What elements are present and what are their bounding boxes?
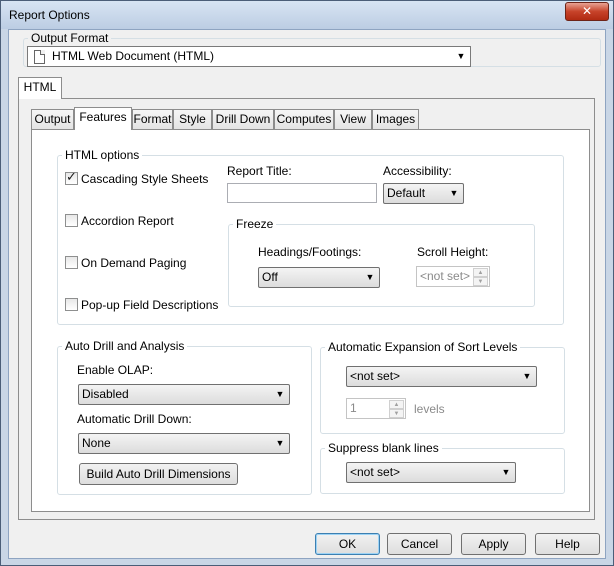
suppress-blank-select[interactable]: <not set> ▼ [346,462,516,483]
enable-olap-value: Disabled [82,387,129,401]
tab-output[interactable]: Output [31,109,74,130]
dialog-body: Output Format HTML Web Document (HTML) ▼… [8,29,606,559]
report-title-label: Report Title: [227,164,292,178]
spin-down-icon: ▼ [389,409,404,418]
tab-view-label: View [340,112,366,126]
popup-field-descriptions-checkbox[interactable] [65,298,78,311]
cascading-style-sheets-label: Cascading Style Sheets [81,172,209,186]
scroll-height-spinner[interactable]: <not set> ▲ ▼ [416,266,490,287]
levels-spinner[interactable]: 1 ▲ ▼ [346,398,406,419]
tab-html[interactable]: HTML [18,77,62,99]
chevron-down-icon: ▼ [522,371,532,381]
ok-label: OK [338,537,357,551]
apply-button[interactable]: Apply [461,533,526,555]
scroll-height-label: Scroll Height: [417,245,489,259]
tab-format[interactable]: Format [132,109,173,130]
document-icon [34,50,45,64]
suppress-blank-legend: Suppress blank lines [328,441,439,455]
sort-expansion-value: <not set> [350,369,401,383]
accessibility-value: Default [387,186,426,200]
headings-footings-value: Off [262,270,278,284]
chevron-down-icon: ▼ [365,272,375,282]
tab-format-label: Format [133,112,172,126]
chevron-down-icon: ▼ [275,389,285,399]
build-auto-drill-dimensions-label: Build Auto Drill Dimensions [86,467,231,481]
tab-output-label: Output [34,112,71,126]
tab-features[interactable]: Features [74,107,132,130]
auto-drill-down-value: None [82,436,111,450]
tab-drill-down-label: Drill Down [215,112,271,126]
chevron-down-icon: ▼ [275,438,285,448]
scroll-height-value: <not set> [420,269,471,283]
levels-value: 1 [350,401,357,415]
cascading-style-sheets-checkbox[interactable] [65,170,78,185]
levels-label: levels [414,402,445,416]
output-format-select[interactable]: HTML Web Document (HTML) ▼ [27,46,471,67]
tab-images[interactable]: Images [372,109,419,130]
output-format-label: Output Format [31,31,109,45]
cancel-label: Cancel [400,537,439,551]
help-label: Help [555,537,580,551]
enable-olap-select[interactable]: Disabled ▼ [78,384,290,405]
cancel-button[interactable]: Cancel [387,533,452,555]
sort-expansion-legend: Automatic Expansion of Sort Levels [328,340,518,354]
apply-label: Apply [478,537,509,551]
close-icon: ✕ [581,4,593,18]
close-button[interactable]: ✕ [565,2,609,21]
output-format-value: HTML Web Document (HTML) [52,49,215,63]
spin-up-icon: ▲ [389,400,404,409]
enable-olap-label: Enable OLAP: [77,363,154,377]
tab-html-label: HTML [23,80,57,94]
chevron-down-icon: ▼ [456,51,466,61]
accessibility-label: Accessibility: [383,164,452,178]
freeze-legend: Freeze [236,217,274,231]
spin-down-icon: ▼ [473,277,488,286]
tab-features-label: Features [79,110,127,124]
report-options-window: Report Options ✕ Output Format HTML Web … [0,0,614,566]
chevron-down-icon: ▼ [449,188,459,198]
suppress-blank-value: <not set> [350,465,401,479]
build-auto-drill-dimensions-button[interactable]: Build Auto Drill Dimensions [79,463,238,485]
tab-style-label: Style [179,112,206,126]
help-button[interactable]: Help [535,533,600,555]
chevron-down-icon: ▼ [501,467,511,477]
on-demand-paging-label: On Demand Paging [81,256,187,270]
on-demand-paging-checkbox[interactable] [65,256,78,269]
spin-up-icon: ▲ [473,268,488,277]
tab-computes-label: Computes [276,112,332,126]
popup-field-descriptions-label: Pop-up Field Descriptions [81,298,219,312]
auto-drill-down-select[interactable]: None ▼ [78,433,290,454]
accordion-report-checkbox[interactable] [65,214,78,227]
window-title: Report Options [9,8,90,22]
sort-expansion-group: Automatic Expansion of Sort Levels [320,340,565,434]
tab-view[interactable]: View [334,109,372,130]
accessibility-select[interactable]: Default ▼ [383,183,464,204]
tab-computes[interactable]: Computes [274,109,334,130]
html-options-legend: HTML options [65,148,140,162]
headings-footings-label: Headings/Footings: [258,245,362,259]
sort-expansion-select[interactable]: <not set> ▼ [346,366,537,387]
tab-style[interactable]: Style [173,109,212,130]
title-bar: Report Options ✕ [1,1,613,29]
tab-images-label: Images [375,112,416,126]
freeze-group: Freeze [228,217,535,307]
auto-drill-down-label: Automatic Drill Down: [77,412,192,426]
ok-button[interactable]: OK [315,533,380,555]
report-title-input[interactable] [227,183,377,203]
tab-drill-down[interactable]: Drill Down [212,109,274,130]
auto-drill-legend: Auto Drill and Analysis [65,339,185,353]
accordion-report-label: Accordion Report [81,214,174,228]
headings-footings-select[interactable]: Off ▼ [258,267,380,288]
